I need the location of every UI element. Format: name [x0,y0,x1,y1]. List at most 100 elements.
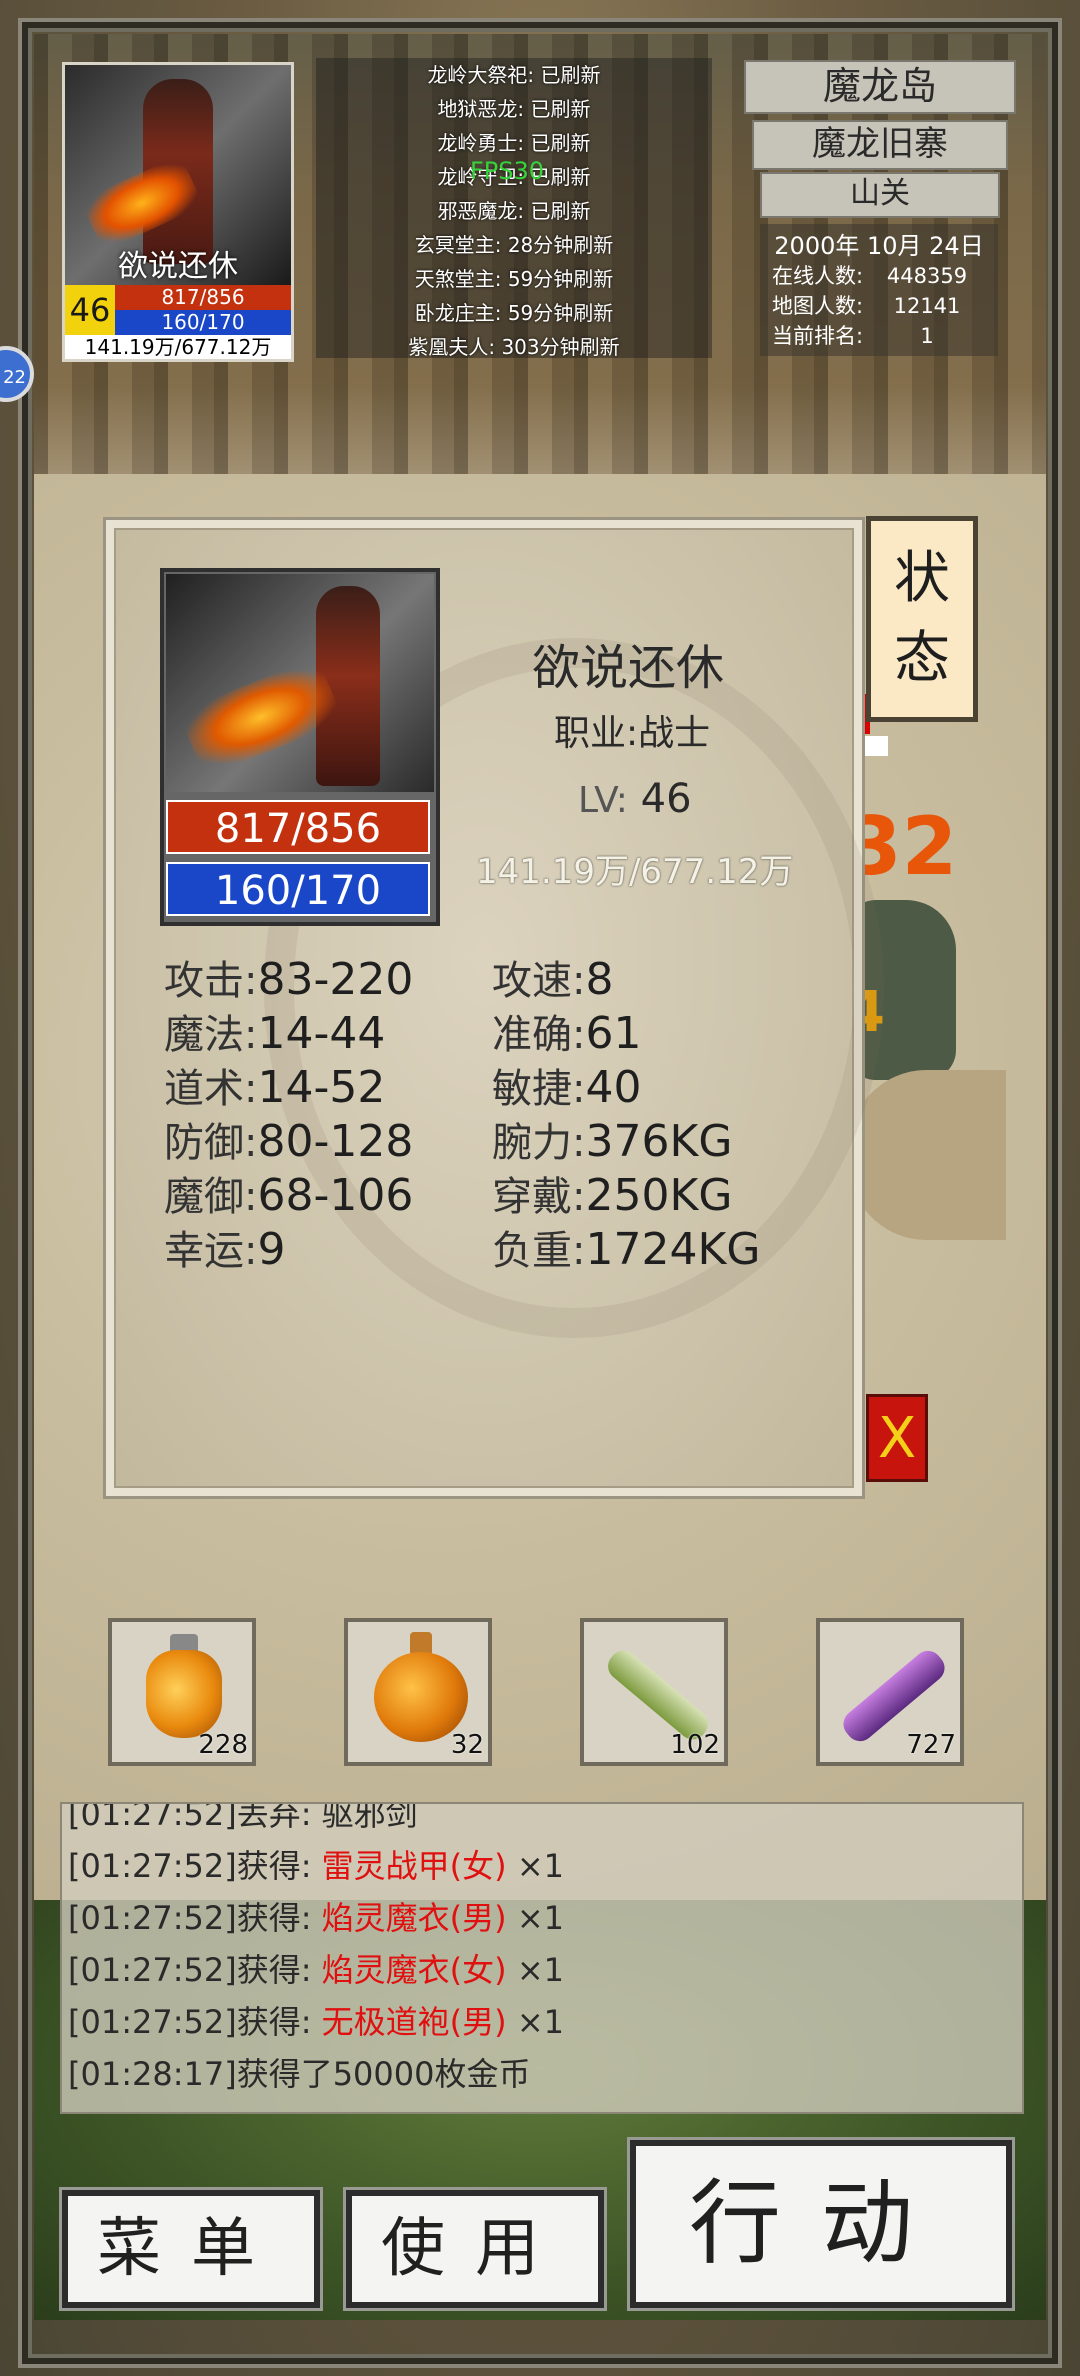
boss-row: 天煞堂主: 59分钟刷新 [414,267,614,291]
stat-magic-defense: 魔御:68-106 [164,1164,413,1222]
character-portrait: 817/856 160/170 [160,568,440,926]
stat-defense: 防御:80-128 [164,1110,413,1168]
stat-label: 道术: [164,1066,258,1112]
item-slot-green-scroll[interactable]: 102 [580,1618,728,1766]
log-text: [01:27:52]丢弃: 驱邪剑 [68,1802,418,1833]
character-level: LV: 46 [476,776,918,822]
log-entry: [01:27:52]获得: 无极道袍(男) ×1 [68,1996,564,2048]
rank-row: 当前排名: 1 [772,320,998,350]
map-area-button[interactable]: 魔龙旧寨 [752,120,1008,170]
boss-row: 地狱恶龙: 已刷新 [437,97,591,121]
use-button[interactable]: 使用 [346,2190,604,2308]
stat-label: 负重: [492,1228,586,1274]
hero-exp-bar: 141.19万/677.12万 [65,335,291,359]
character-name: 欲说还休 [532,640,725,696]
character-job: 职业:战士 [554,713,711,754]
stat-taoism: 道术:14-52 [164,1056,385,1114]
stat-label: 魔法: [164,1012,258,1058]
status-panel: 817/856 160/170 欲说还休 职业:战士 LV: 46 141.19… [106,520,884,1496]
action-button[interactable]: 行动 [630,2140,1012,2308]
stat-label: 腕力: [492,1120,586,1166]
stat-label: 攻击: [164,958,258,1004]
hero-card[interactable]: 欲说还休 46 817/856 160/170 141.19万/677.12万 [62,62,294,362]
hero-name: 欲说还休 [118,249,238,284]
stat-label: 攻速: [492,958,586,1004]
stat-agility: 敏捷:40 [492,1056,641,1114]
item-count: 32 [450,1730,484,1760]
log-item: 无极道袍(男) [321,2003,507,2041]
stat-luck: 幸运:9 [164,1218,285,1276]
log-suffix: ×1 [506,1951,564,1989]
log-entry: [01:28:17]获得了50000枚金币 [68,2048,531,2100]
log-item: 雷灵战甲(女) [321,1847,507,1885]
item-slot-large-potion[interactable]: 32 [344,1618,492,1766]
log-entry: [01:27:52]获得: 雷灵战甲(女) ×1 [68,1840,564,1892]
log-item: 焰灵魔衣(女) [321,1951,507,1989]
rank-value: 1 [920,324,934,348]
boss-row: 玄冥堂主: 28分钟刷新 [414,233,614,257]
online-count-row: 在线人数: 448359 [772,260,998,290]
portrait-art [166,574,434,792]
item-count: 228 [198,1730,248,1760]
level-value: 46 [640,776,692,822]
map-region-button[interactable]: 魔龙岛 [744,60,1016,114]
log-text: [01:27:52]获得: [68,1899,322,1937]
log-suffix: ×1 [506,2003,564,2041]
stat-magic: 魔法:14-44 [164,1002,385,1060]
log-entry: [01:27:52]获得: 焰灵魔衣(女) ×1 [68,1944,564,1996]
stat-label: 穿戴: [492,1174,586,1220]
map-count-value: 12141 [893,294,961,318]
hero-mp-bar: 160/170 [115,310,291,335]
log-item: 焰灵魔衣(男) [321,1899,507,1937]
stat-label: 准确: [492,1012,586,1058]
item-slot-purple-scroll[interactable]: 727 [816,1618,964,1766]
log-text: [01:27:52]获得: [68,1951,322,1989]
log-text: [01:27:52]获得: [68,1847,322,1885]
close-button[interactable]: X [866,1394,928,1482]
map-zone-button[interactable]: 山关 [760,172,1000,218]
boss-row: 龙岭勇士: 已刷新 [437,131,591,155]
stat-attack-speed: 攻速:8 [492,948,613,1006]
map-info-panel: 2000年 10月 24日 在线人数: 448359 地图人数: 12141 当前排… [760,224,998,356]
boss-row: 紫凰夫人: 303分钟刷新 [408,335,620,359]
log-entry: [01:27:52]丢弃: 驱邪剑 [68,1802,418,1840]
character-exp: 141.19万/677.12万 [476,852,794,892]
fps-counter: FPS30 [470,157,545,185]
map-count-label: 地图人数: [772,294,864,318]
log-suffix: ×1 [506,1899,564,1937]
stat-accuracy: 准确:61 [492,1002,641,1060]
item-count: 102 [670,1730,720,1760]
stat-label: 魔御: [164,1174,258,1220]
character-mp-bar: 160/170 [166,862,430,916]
game-date: 2000年 10月 24日 [774,232,984,260]
boss-row: 卧龙庄主: 59分钟刷新 [414,301,614,325]
large-potion-icon [374,1652,468,1742]
log-entry: [01:27:52]获得: 焰灵魔衣(男) ×1 [68,1892,564,1944]
log-text: [01:28:17]获得了50000枚金币 [68,2055,531,2093]
hero-level-badge: 46 [65,285,115,335]
stat-value: 80-128 [257,1116,414,1167]
rank-label: 当前排名: [772,324,864,348]
stat-strength: 腕力:376KG [492,1110,732,1168]
item-slot-small-potion[interactable]: 228 [108,1618,256,1766]
stat-value: 68-106 [257,1170,414,1221]
status-tab[interactable]: 状态 [866,516,978,722]
stat-label: 防御: [164,1120,258,1166]
stat-value: 83-220 [257,954,414,1005]
hero-hp-bar: 817/856 [115,285,291,310]
stat-value: 14-52 [257,1062,386,1113]
map-count-row: 地图人数: 12141 [772,290,998,320]
stat-carry-weight: 负重:1724KG [492,1218,760,1276]
stat-wear-weight: 穿戴:250KG [492,1164,732,1222]
boss-row: 邪恶魔龙: 已刷新 [437,199,591,223]
online-value: 448359 [886,264,968,288]
online-label: 在线人数: [772,264,864,288]
stat-value: 61 [585,1008,642,1059]
stat-value: 14-44 [257,1008,386,1059]
level-label: LV: [578,780,628,821]
menu-button[interactable]: 菜单 [62,2190,320,2308]
stat-value: 9 [257,1224,286,1275]
stat-attack: 攻击:83-220 [164,948,413,1006]
log-text: [01:27:52]获得: [68,2003,322,2041]
message-log[interactable]: [01:27:52]丢弃: 驱邪剑 [01:27:52]获得: 雷灵战甲(女) … [60,1802,1024,2114]
